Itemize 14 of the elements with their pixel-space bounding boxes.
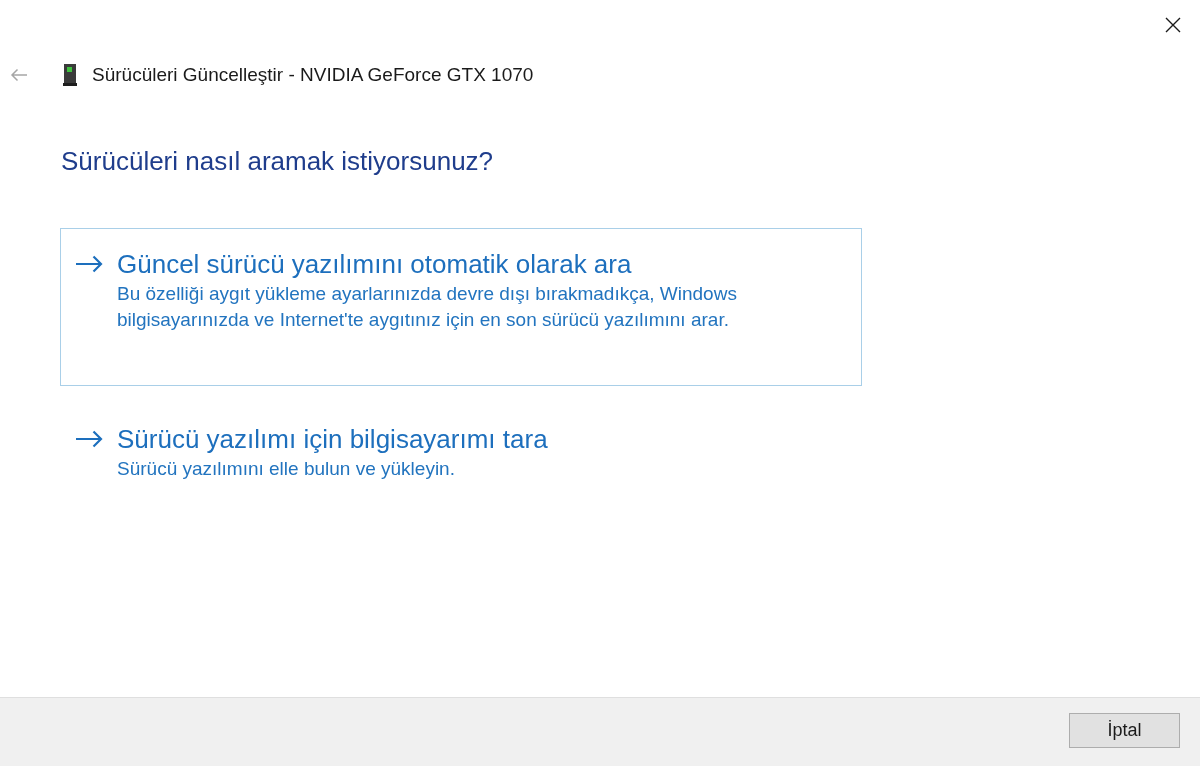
command-link-title: Güncel sürücü yazılımını otomatik olarak ara xyxy=(117,248,633,280)
command-link[interactable]: Güncel sürücü yazılımını otomatik olarak ara Bu özelliği aygıt yükleme ayarlarınızda devre dışı bırakmadıkça, Windows bilgisayarınızda ve Internet'te aygıtınız için en son sürücü yazılımını arar. xyxy=(60,228,862,386)
arrow-right-icon xyxy=(75,430,103,448)
command-link-description: Sürücü yazılımını elle bulun ve yükleyin. xyxy=(117,457,456,481)
command-link-description: Bu özelliği aygıt yükleme ayarlarınızda devre dışı bırakmadıkça, Windows bilgisayarınızda ve Internet'te aygıtınız için en son sürücü yazılımını arar. xyxy=(117,282,738,332)
command-link-title: Sürücü yazılımı için bilgisayarımı tara xyxy=(117,423,549,455)
cancel-button[interactable]: İptal xyxy=(1069,713,1180,748)
main-instruction: Sürücüleri nasıl aramak istiyorsunuz? xyxy=(61,146,494,176)
computer-tower-icon xyxy=(63,64,77,86)
command-link[interactable]: Sürücü yazılımı için bilgisayarımı tara Sürücü yazılımını elle bulun ve yükleyin. xyxy=(60,403,862,561)
back-arrow-icon xyxy=(10,68,28,82)
window-title: Sürücüleri Güncelleştir - NVIDIA GeForce GTX 1070 xyxy=(92,64,534,86)
arrow-right-icon xyxy=(75,255,103,273)
close-icon xyxy=(1165,17,1181,33)
